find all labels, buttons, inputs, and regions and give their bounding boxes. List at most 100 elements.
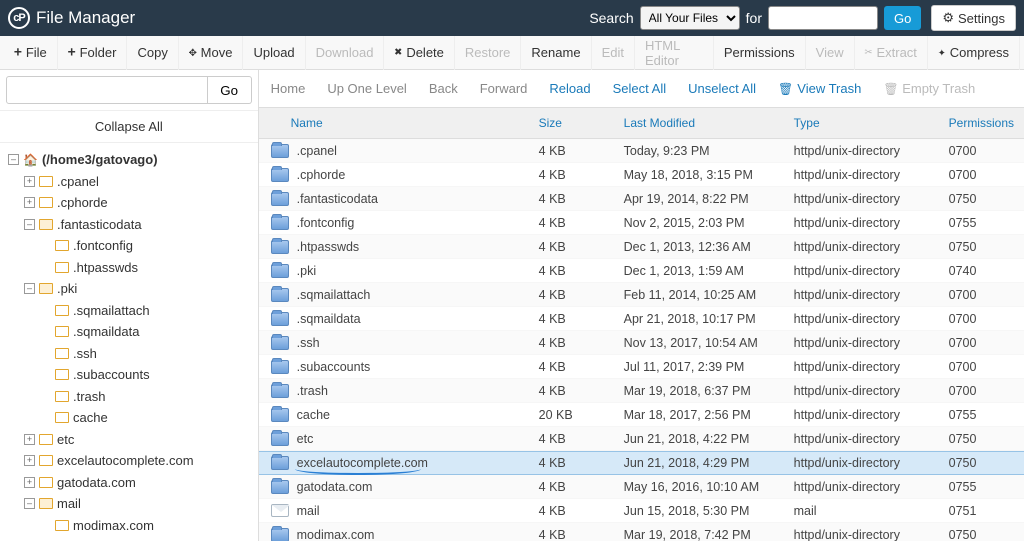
file-row-gatodata-com[interactable]: gatodata.com4 KBMay 16, 2016, 10:10 AMht…: [259, 475, 1024, 499]
tree-search-input[interactable]: [6, 76, 208, 104]
toolbar-file[interactable]: +File: [4, 36, 58, 70]
col-header-permissions[interactable]: Permissions: [939, 116, 1024, 130]
tree-label: .fontconfig: [73, 236, 133, 256]
file-row--ssh[interactable]: .ssh4 KBNov 13, 2017, 10:54 AMhttpd/unix…: [259, 331, 1024, 355]
expand-icon[interactable]: +: [24, 434, 35, 445]
tree-item--cpanel[interactable]: +.cpanel: [8, 171, 258, 193]
tree-item-mail[interactable]: –mail: [8, 493, 258, 515]
col-header-modified[interactable]: Last Modified: [614, 116, 784, 130]
file-modified: May 18, 2018, 3:15 PM: [614, 168, 784, 182]
file-row--trash[interactable]: .trash4 KBMar 19, 2018, 6:37 PMhttpd/uni…: [259, 379, 1024, 403]
tree-item--sqmailattach[interactable]: .sqmailattach: [8, 300, 258, 322]
file-row--htpasswds[interactable]: .htpasswds4 KBDec 1, 2013, 12:36 AMhttpd…: [259, 235, 1024, 259]
toolbar-view[interactable]: View: [806, 36, 855, 70]
toolbar-edit[interactable]: Edit: [592, 36, 635, 70]
toolbar-label: HTML Editor: [645, 38, 703, 68]
toolbar-copy[interactable]: Copy: [127, 36, 178, 70]
file-row-etc[interactable]: etc4 KBJun 21, 2018, 4:22 PMhttpd/unix-d…: [259, 427, 1024, 451]
col-header-size[interactable]: Size: [529, 116, 614, 130]
tree-item--fantasticodata[interactable]: –.fantasticodata: [8, 214, 258, 236]
folder-icon: [271, 144, 289, 158]
tree-item-modimax-com[interactable]: modimax.com: [8, 515, 258, 537]
folder-icon: [271, 408, 289, 422]
mail-icon: [271, 504, 289, 517]
collapse-icon[interactable]: –: [24, 498, 35, 509]
expand-icon[interactable]: +: [24, 455, 35, 466]
collapse-icon[interactable]: –: [24, 219, 35, 230]
tree-item-excelautocomplete-com[interactable]: +excelautocomplete.com: [8, 450, 258, 472]
tree-go-button[interactable]: Go: [208, 76, 252, 104]
nav-view-trash[interactable]: View Trash: [778, 81, 861, 96]
move-icon: ✥: [189, 45, 197, 60]
tree-item-etc[interactable]: +etc: [8, 429, 258, 451]
search-input[interactable]: [768, 6, 878, 30]
tree-item-cache[interactable]: cache: [8, 407, 258, 429]
nav-home[interactable]: Home: [271, 81, 306, 96]
file-row--fontconfig[interactable]: .fontconfig4 KBNov 2, 2015, 2:03 PMhttpd…: [259, 211, 1024, 235]
nav-reload[interactable]: Reload: [549, 81, 590, 96]
expand-icon[interactable]: +: [24, 176, 35, 187]
toolbar-rename[interactable]: Rename: [521, 36, 591, 70]
file-perm: 0700: [939, 312, 1014, 326]
toolbar-html-editor[interactable]: HTML Editor: [635, 36, 714, 70]
file-row--fantasticodata[interactable]: .fantasticodata4 KBApr 19, 2014, 8:22 PM…: [259, 187, 1024, 211]
file-row-modimax-com[interactable]: modimax.com4 KBMar 19, 2018, 7:42 PMhttp…: [259, 523, 1024, 541]
file-row--subaccounts[interactable]: .subaccounts4 KBJul 11, 2017, 2:39 PMhtt…: [259, 355, 1024, 379]
tree-item-gatodata-com[interactable]: +gatodata.com: [8, 472, 258, 494]
file-row--cphorde[interactable]: .cphorde4 KBMay 18, 2018, 3:15 PMhttpd/u…: [259, 163, 1024, 187]
toolbar-folder[interactable]: +Folder: [58, 36, 128, 70]
folder-icon: [271, 360, 289, 374]
expand-icon[interactable]: +: [24, 197, 35, 208]
tree-item--trash[interactable]: .trash: [8, 386, 258, 408]
tree-item--ssh[interactable]: .ssh: [8, 343, 258, 365]
search-go-button[interactable]: Go: [884, 6, 921, 30]
nav-unselect-all[interactable]: Unselect All: [688, 81, 756, 96]
file-perm: 0700: [939, 336, 1014, 350]
cpanel-logo: cP: [8, 7, 30, 29]
spacer-icon: [40, 348, 51, 359]
folder-icon: [55, 326, 69, 337]
nav-empty-trash[interactable]: Empty Trash: [883, 81, 975, 96]
tree-label: .trash: [73, 387, 106, 407]
toolbar-label: Delete: [406, 45, 444, 60]
file-name: cache: [297, 408, 330, 422]
file-row--sqmailattach[interactable]: .sqmailattach4 KBFeb 11, 2014, 10:25 AMh…: [259, 283, 1024, 307]
folder-icon: [271, 456, 289, 470]
col-header-type[interactable]: Type: [784, 116, 939, 130]
tree-item--home3-gatovago-[interactable]: –🏠(/home3/gatovago): [8, 149, 258, 171]
nav-select-all[interactable]: Select All: [613, 81, 666, 96]
nav-up-one-level[interactable]: Up One Level: [327, 81, 407, 96]
collapse-icon[interactable]: –: [8, 154, 19, 165]
tree-item--sqmaildata[interactable]: .sqmaildata: [8, 321, 258, 343]
file-row-mail[interactable]: mail4 KBJun 15, 2018, 5:30 PMmail0751: [259, 499, 1024, 523]
collapse-all-button[interactable]: Collapse All: [0, 110, 258, 143]
toolbar-move[interactable]: ✥Move: [179, 36, 244, 70]
file-row--cpanel[interactable]: .cpanel4 KBToday, 9:23 PMhttpd/unix-dire…: [259, 139, 1024, 163]
toolbar-download[interactable]: Download: [306, 36, 385, 70]
settings-button[interactable]: Settings: [931, 5, 1016, 31]
toolbar-extract[interactable]: ✂Extract: [855, 36, 928, 70]
nav-back[interactable]: Back: [429, 81, 458, 96]
toolbar-permissions[interactable]: Permissions: [714, 36, 806, 70]
top-bar: cP File Manager Search All Your Files fo…: [0, 0, 1024, 36]
search-scope-select[interactable]: All Your Files: [640, 6, 740, 30]
tree-item--pki[interactable]: –.pki: [8, 278, 258, 300]
tree-item--subaccounts[interactable]: .subaccounts: [8, 364, 258, 386]
file-row-excelautocomplete-com[interactable]: excelautocomplete.com4 KBJun 21, 2018, 4…: [259, 451, 1024, 475]
file-row--sqmaildata[interactable]: .sqmaildata4 KBApr 21, 2018, 10:17 PMhtt…: [259, 307, 1024, 331]
toolbar-delete[interactable]: ✖Delete: [384, 36, 454, 70]
toolbar-compress[interactable]: ✦Compress: [928, 36, 1020, 70]
file-type: httpd/unix-directory: [784, 192, 939, 206]
toolbar-upload[interactable]: Upload: [243, 36, 305, 70]
tree-item--cphorde[interactable]: +.cphorde: [8, 192, 258, 214]
nav-forward[interactable]: Forward: [480, 81, 528, 96]
file-row--pki[interactable]: .pki4 KBDec 1, 2013, 1:59 AMhttpd/unix-d…: [259, 259, 1024, 283]
expand-icon[interactable]: +: [24, 477, 35, 488]
tree-item--htpasswds[interactable]: .htpasswds: [8, 257, 258, 279]
collapse-icon[interactable]: –: [24, 283, 35, 294]
tree-item-perl5[interactable]: +perl5: [8, 536, 258, 541]
tree-item--fontconfig[interactable]: .fontconfig: [8, 235, 258, 257]
toolbar-restore[interactable]: Restore: [455, 36, 522, 70]
col-header-name[interactable]: Name: [259, 116, 529, 130]
file-row-cache[interactable]: cache20 KBMar 18, 2017, 2:56 PMhttpd/uni…: [259, 403, 1024, 427]
